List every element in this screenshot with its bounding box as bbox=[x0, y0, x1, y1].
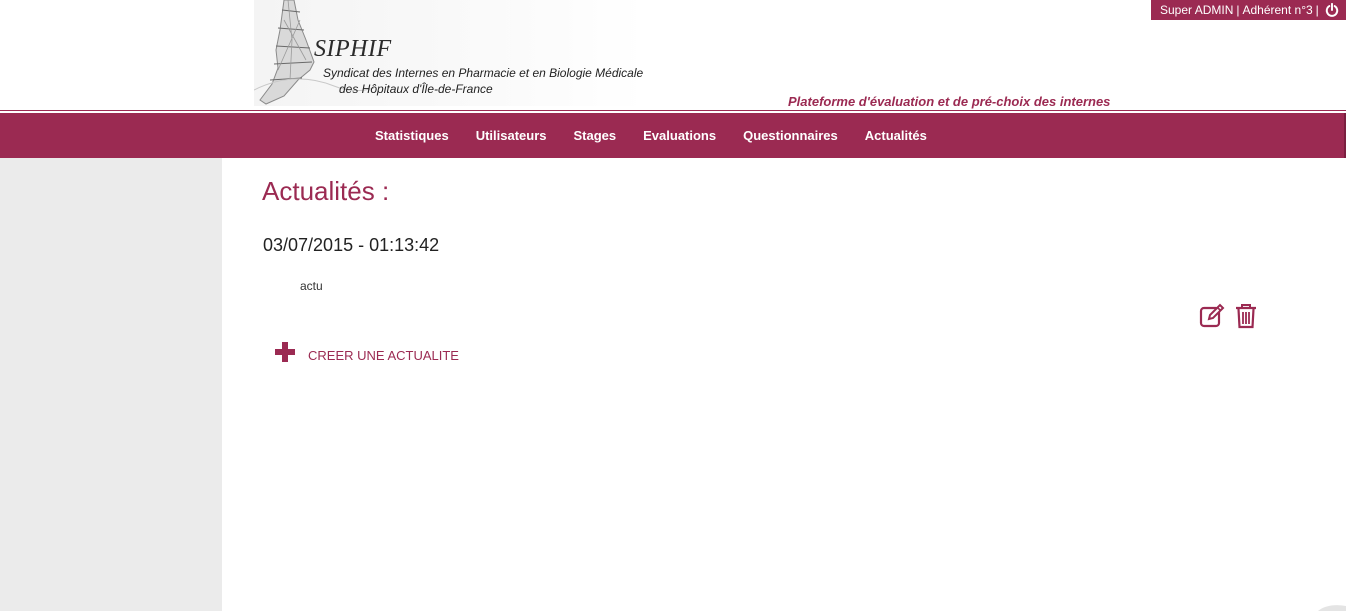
logo-subtitle-line1: Syndicat des Internes en Pharmacie et en… bbox=[323, 66, 644, 80]
nav-item-questionnaires[interactable]: Questionnaires bbox=[743, 128, 838, 143]
nav-item-stages[interactable]: Stages bbox=[574, 128, 617, 143]
logo-name: SIPHIF bbox=[314, 36, 392, 62]
user-member[interactable]: Adhérent n°3 bbox=[1242, 0, 1312, 20]
site-header: SIPHIF Syndicat des Internes en Pharmaci… bbox=[0, 0, 1346, 112]
nav-item-statistiques[interactable]: Statistiques bbox=[375, 128, 449, 143]
create-news-button[interactable]: CREER UNE ACTUALITE bbox=[274, 340, 459, 363]
header-divider bbox=[0, 110, 1346, 111]
plus-icon bbox=[275, 341, 295, 362]
news-body: actu bbox=[300, 279, 323, 293]
sidebar bbox=[0, 158, 222, 611]
edit-icon[interactable] bbox=[1199, 303, 1225, 329]
user-badge: Super ADMIN | Adhérent n°3 | bbox=[1151, 0, 1346, 20]
page-title: Actualités : bbox=[262, 176, 390, 206]
separator: | bbox=[1236, 3, 1240, 17]
nav-item-actualites[interactable]: Actualités bbox=[865, 128, 927, 143]
trash-icon[interactable] bbox=[1235, 303, 1257, 329]
corner-curl bbox=[1318, 605, 1346, 611]
site-tagline: Plateforme d'évaluation et de pré-choix … bbox=[788, 94, 1111, 109]
power-icon[interactable] bbox=[1325, 3, 1339, 17]
news-date: 03/07/2015 - 01:13:42 bbox=[263, 235, 440, 255]
create-news-label: CREER UNE ACTUALITE bbox=[308, 348, 459, 363]
user-role[interactable]: Super ADMIN bbox=[1160, 0, 1233, 20]
logo-subtitle-line2: des Hôpitaux d'Île-de-France bbox=[339, 82, 493, 96]
main-nav: Statistiques Utilisateurs Stages Evaluat… bbox=[0, 113, 1346, 158]
siphif-logo[interactable]: SIPHIF Syndicat des Internes en Pharmaci… bbox=[254, 0, 646, 106]
nav-item-evaluations[interactable]: Evaluations bbox=[643, 128, 716, 143]
nav-item-utilisateurs[interactable]: Utilisateurs bbox=[476, 128, 547, 143]
separator: | bbox=[1315, 3, 1319, 17]
